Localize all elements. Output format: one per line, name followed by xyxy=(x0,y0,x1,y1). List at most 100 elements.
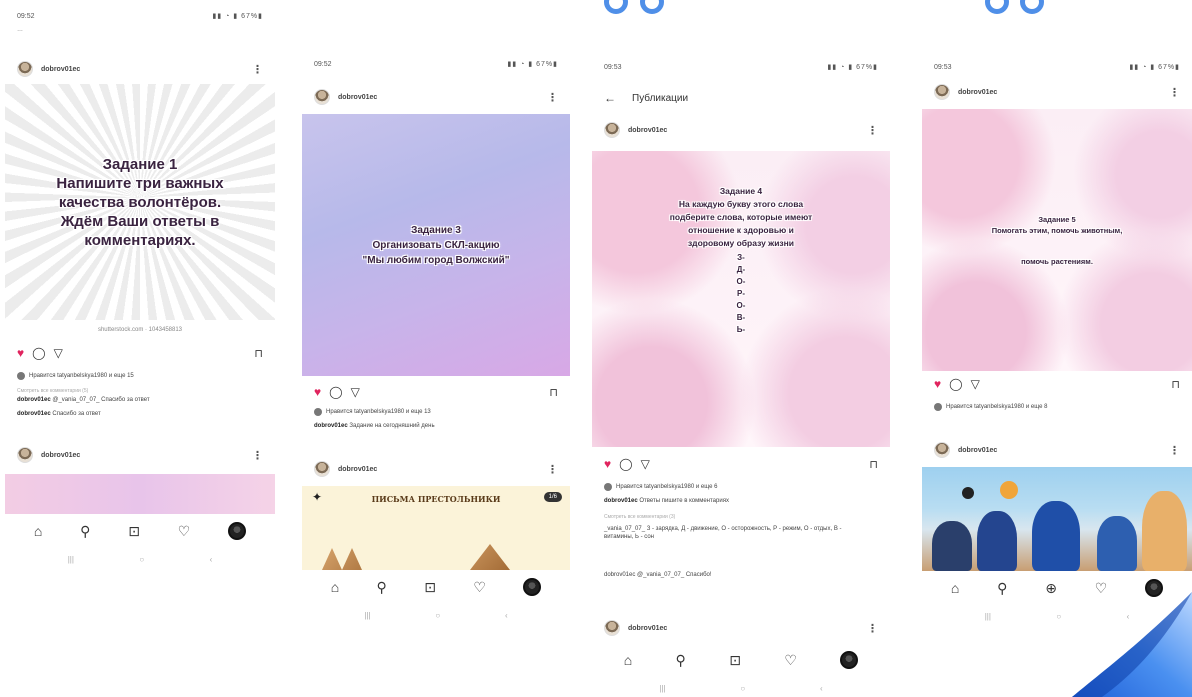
post-username[interactable]: dobrov01ec xyxy=(628,127,867,134)
search-icon[interactable]: ⚲ xyxy=(377,579,387,596)
likes-line: Нравится tatyanbelskya1980 и еще 13 xyxy=(302,408,570,416)
avatar[interactable] xyxy=(604,122,620,138)
avatar[interactable] xyxy=(604,620,620,636)
more-options-icon[interactable]: ⋮ xyxy=(252,63,263,76)
comment-icon[interactable]: ◯ xyxy=(32,346,45,360)
post-line: подберите слова, которые имеют xyxy=(669,212,813,222)
likes-line: Нравится tatyanbelskya1980 и еще 8 xyxy=(922,403,1192,411)
comment-icon[interactable]: ◯ xyxy=(619,457,632,471)
share-icon[interactable]: ▽ xyxy=(54,346,63,360)
bookmark-icon[interactable]: ⊓ xyxy=(549,386,558,399)
letter-line: Р- xyxy=(736,289,745,298)
search-icon[interactable]: ⚲ xyxy=(997,580,1007,597)
bookmark-icon[interactable]: ⊓ xyxy=(254,347,263,360)
next-post-image[interactable]: ПИСЬМА ПРЕСТОЛЬНИКИ 1/6 ✦ xyxy=(302,486,570,570)
post-image[interactable]: Задание 3 Организовать СКЛ-акцию "Мы люб… xyxy=(302,114,570,376)
like-icon[interactable]: ♥ xyxy=(934,377,941,391)
home-circle-icon[interactable]: ○ xyxy=(139,555,144,564)
avatar[interactable] xyxy=(314,461,330,477)
post-username[interactable]: dobrov01ec xyxy=(958,89,1169,96)
share-icon[interactable]: ▽ xyxy=(971,377,980,391)
post-caption: dobrov01ec Ответы пишите в комментариях xyxy=(592,497,890,505)
caption-user[interactable]: dobrov01ec xyxy=(604,498,638,504)
more-options-icon[interactable]: ⋮ xyxy=(547,463,558,476)
avatar[interactable] xyxy=(934,84,950,100)
back-icon[interactable]: ‹ xyxy=(210,555,213,564)
group-photo[interactable] xyxy=(922,467,1192,571)
decor-circle xyxy=(985,0,1009,14)
post-username[interactable]: dobrov01ec xyxy=(628,625,867,632)
bookmark-icon[interactable]: ⊓ xyxy=(1171,378,1180,391)
home-circle-icon[interactable]: ○ xyxy=(435,611,440,620)
home-icon[interactable]: ⌂ xyxy=(624,652,632,668)
avatar[interactable] xyxy=(17,447,33,463)
like-icon[interactable]: ♥ xyxy=(604,457,611,471)
more-options-icon[interactable]: ⋮ xyxy=(252,449,263,462)
profile-icon[interactable] xyxy=(228,522,247,540)
more-options-icon[interactable]: ⋮ xyxy=(1169,444,1180,457)
post-image[interactable]: Задание 1 Напишите три важных качества в… xyxy=(5,84,275,320)
view-comments-link[interactable]: Смотреть все комментарии (3) xyxy=(592,513,890,521)
person-figure xyxy=(1032,501,1080,571)
post-username[interactable]: dobrov01ec xyxy=(338,94,547,101)
post-image[interactable]: Задание 5 Помогать этим, помочь животным… xyxy=(922,109,1192,371)
more-options-icon[interactable]: ⋮ xyxy=(1169,86,1180,99)
bookmark-icon[interactable]: ⊓ xyxy=(869,458,878,471)
like-icon[interactable]: ♥ xyxy=(314,385,321,399)
back-icon[interactable]: ‹ xyxy=(505,611,508,620)
comment: _vania_07_07_ З - зарядка, Д - движение,… xyxy=(604,526,842,540)
share-icon[interactable]: ▽ xyxy=(351,385,360,399)
post-username[interactable]: dobrov01ec xyxy=(338,466,547,473)
caption-user[interactable]: dobrov01ec xyxy=(314,423,348,429)
reels-icon[interactable]: ⊡ xyxy=(424,579,436,596)
likes-text[interactable]: Нравится tatyanbelskya1980 и еще 13 xyxy=(326,409,431,415)
avatar[interactable] xyxy=(17,61,33,77)
home-icon[interactable]: ⌂ xyxy=(331,579,339,595)
next-post-image[interactable] xyxy=(5,474,275,514)
search-icon[interactable]: ⚲ xyxy=(80,523,90,540)
heart-icon[interactable]: ♡ xyxy=(784,652,797,669)
avatar[interactable] xyxy=(934,442,950,458)
heart-icon[interactable]: ♡ xyxy=(178,523,191,540)
view-comments-link[interactable]: Смотреть все комментарии (5) xyxy=(5,387,275,395)
bottom-nav: ⌂ ⚲ ⊡ ♡ xyxy=(5,518,275,544)
likes-text[interactable]: Нравится tatyanbelskya1980 и еще 6 xyxy=(616,484,717,490)
heart-icon[interactable]: ♡ xyxy=(473,579,486,596)
more-options-icon[interactable]: ⋮ xyxy=(867,124,878,137)
post-line: Ждём Ваши ответы в xyxy=(60,212,220,230)
post-image[interactable]: Задание 4 На каждую букву этого слова по… xyxy=(592,151,890,447)
home-icon[interactable]: ⌂ xyxy=(951,580,959,596)
post-username[interactable]: dobrov01ec xyxy=(41,452,252,459)
recents-icon[interactable]: ||| xyxy=(364,611,370,620)
reels-icon[interactable]: ⊡ xyxy=(128,523,140,540)
likes-text[interactable]: Нравится tatyanbelskya1980 и еще 8 xyxy=(946,404,1047,410)
comment-user[interactable]: dobrov01ec xyxy=(17,411,51,417)
back-icon[interactable]: ‹ xyxy=(820,684,823,693)
share-icon[interactable]: ▽ xyxy=(641,457,650,471)
post-line: Задание 5 xyxy=(1038,214,1076,224)
comment-icon[interactable]: ◯ xyxy=(949,377,962,391)
recents-icon[interactable]: ||| xyxy=(985,612,991,621)
home-circle-icon[interactable]: ○ xyxy=(740,684,745,693)
more-options-icon[interactable]: ⋮ xyxy=(867,622,878,635)
bird-icon: ✦ xyxy=(312,490,323,504)
back-arrow-icon[interactable]: ← xyxy=(604,91,616,105)
comment-user[interactable]: dobrov01ec xyxy=(17,397,51,403)
comment-icon[interactable]: ◯ xyxy=(329,385,342,399)
post-username[interactable]: dobrov01ec xyxy=(958,447,1169,454)
home-icon[interactable]: ⌂ xyxy=(34,523,42,539)
post-line: Напишите три важных xyxy=(56,174,224,192)
avatar[interactable] xyxy=(314,89,330,105)
status-time: 09:52 xyxy=(314,60,332,68)
reels-icon[interactable]: ⊡ xyxy=(729,652,741,669)
profile-icon[interactable] xyxy=(840,651,859,669)
recents-icon[interactable]: ||| xyxy=(68,555,74,564)
likes-text[interactable]: Нравится tatyanbelskya1980 и еще 15 xyxy=(29,373,134,379)
profile-icon[interactable] xyxy=(523,578,542,596)
more-options-icon[interactable]: ⋮ xyxy=(547,91,558,104)
recents-icon[interactable]: ||| xyxy=(659,684,665,693)
search-icon[interactable]: ⚲ xyxy=(676,652,686,669)
next-post-header: dobrov01ec ⋮ xyxy=(922,439,1192,461)
like-icon[interactable]: ♥ xyxy=(17,346,24,360)
post-username[interactable]: dobrov01ec xyxy=(41,66,252,73)
